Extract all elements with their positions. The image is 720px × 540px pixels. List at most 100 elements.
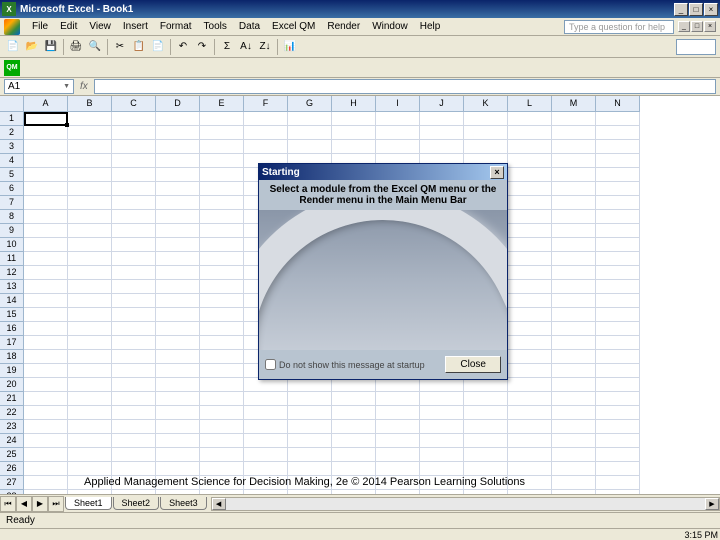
cell[interactable] [552,140,596,154]
cell[interactable] [332,112,376,126]
cell[interactable] [68,378,112,392]
select-all-corner[interactable] [0,96,24,112]
cell[interactable] [112,210,156,224]
col-header[interactable]: I [376,96,420,112]
dialog-titlebar[interactable]: Starting × [259,164,507,180]
cut-icon[interactable]: ✂ [111,38,129,56]
cell[interactable] [156,140,200,154]
cell[interactable] [508,350,552,364]
cell[interactable] [24,126,68,140]
cell[interactable] [200,266,244,280]
cell[interactable] [200,126,244,140]
doc-restore-button[interactable]: □ [691,21,703,32]
cell[interactable] [156,182,200,196]
cell[interactable] [596,294,640,308]
cell[interactable] [508,182,552,196]
cell[interactable] [200,280,244,294]
cell[interactable] [552,308,596,322]
cell[interactable] [420,462,464,476]
cell[interactable] [464,448,508,462]
cell[interactable] [244,392,288,406]
cell[interactable] [200,140,244,154]
menu-tools[interactable]: Tools [198,20,233,33]
cell[interactable] [552,266,596,280]
cell[interactable] [332,462,376,476]
cell[interactable] [68,140,112,154]
cell[interactable] [112,434,156,448]
close-button[interactable]: × [704,3,718,16]
cell[interactable] [68,336,112,350]
cell[interactable] [112,126,156,140]
cell[interactable] [596,378,640,392]
cell[interactable] [508,112,552,126]
cell[interactable] [24,280,68,294]
cell[interactable] [112,448,156,462]
row-header[interactable]: 21 [0,392,24,406]
cell[interactable] [24,112,68,126]
cell[interactable] [508,154,552,168]
cell[interactable] [596,448,640,462]
cell[interactable] [508,364,552,378]
cell[interactable] [156,462,200,476]
cell[interactable] [112,406,156,420]
cell[interactable] [596,112,640,126]
cell[interactable] [420,406,464,420]
cell[interactable] [200,420,244,434]
cell[interactable] [68,448,112,462]
cell[interactable] [200,434,244,448]
save-icon[interactable]: 💾 [42,38,60,56]
cell[interactable] [508,294,552,308]
cell[interactable] [552,224,596,238]
cell[interactable] [596,364,640,378]
cell[interactable] [552,406,596,420]
menu-view[interactable]: View [83,20,117,33]
row-header[interactable]: 18 [0,350,24,364]
sheet-tab-2[interactable]: Sheet2 [113,497,160,510]
zoom-dropdown[interactable] [676,39,716,55]
cell[interactable] [464,406,508,420]
col-header[interactable]: B [68,96,112,112]
cell[interactable] [596,420,640,434]
cell[interactable] [156,280,200,294]
tab-nav-next-icon[interactable]: ▶ [32,496,48,512]
scroll-left-icon[interactable]: ◀ [212,498,226,510]
cell[interactable] [68,392,112,406]
cell[interactable] [156,420,200,434]
cell[interactable] [332,420,376,434]
cell[interactable] [156,350,200,364]
cell[interactable] [332,378,376,392]
cell[interactable] [156,406,200,420]
cell[interactable] [332,126,376,140]
copy-icon[interactable]: 📋 [130,38,148,56]
cell[interactable] [420,126,464,140]
sort-desc-icon[interactable]: Z↓ [256,38,274,56]
row-header[interactable]: 22 [0,406,24,420]
cell[interactable] [68,420,112,434]
cell[interactable] [596,154,640,168]
print-icon[interactable]: 🖨 [67,38,85,56]
cell[interactable] [376,112,420,126]
cell[interactable] [68,224,112,238]
cell[interactable] [508,434,552,448]
dialog-close-button[interactable]: Close [445,356,501,373]
cell[interactable] [464,378,508,392]
cell[interactable] [112,420,156,434]
cell[interactable] [596,350,640,364]
cell[interactable] [508,140,552,154]
row-header[interactable]: 11 [0,252,24,266]
cell[interactable] [288,448,332,462]
row-header[interactable]: 26 [0,462,24,476]
cell[interactable] [68,266,112,280]
cell[interactable] [464,126,508,140]
undo-icon[interactable]: ↶ [174,38,192,56]
cell[interactable] [200,154,244,168]
cell[interactable] [24,364,68,378]
cell[interactable] [68,280,112,294]
cell[interactable] [24,140,68,154]
fx-icon[interactable]: fx [80,81,88,92]
cell[interactable] [596,392,640,406]
cell[interactable] [508,280,552,294]
cell[interactable] [464,462,508,476]
cell[interactable] [420,378,464,392]
cell[interactable] [156,224,200,238]
